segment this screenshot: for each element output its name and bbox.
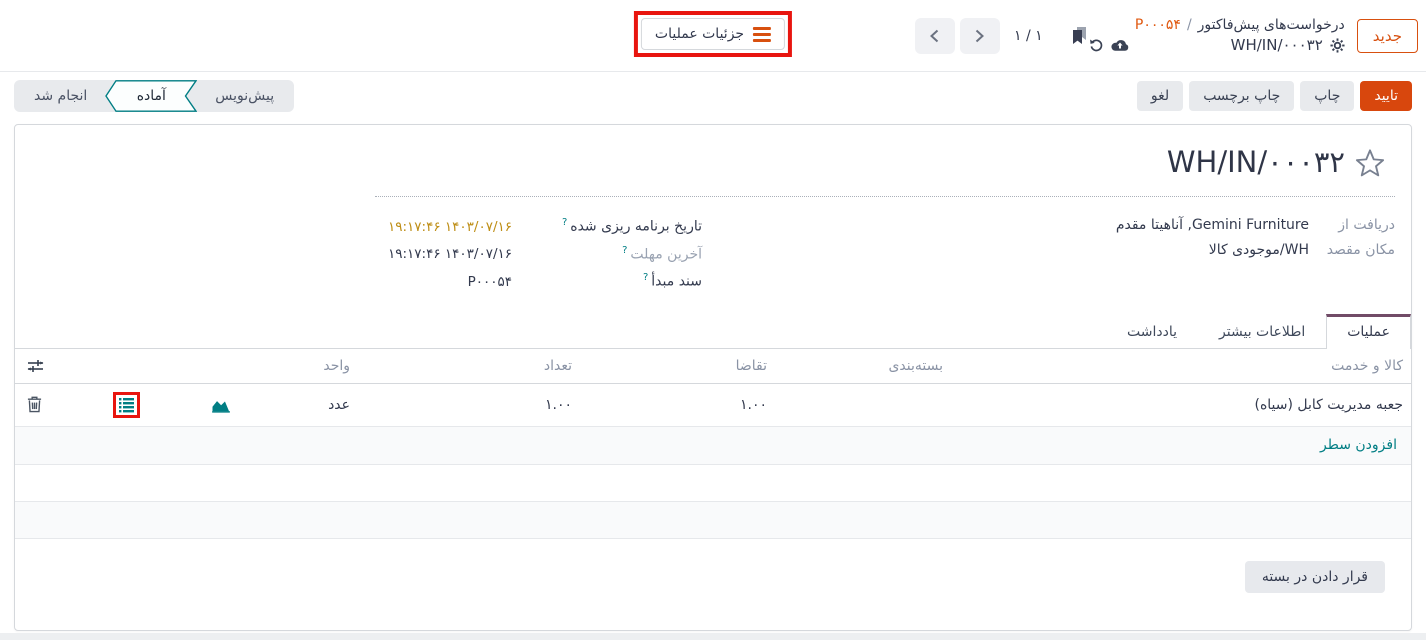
print-button[interactable]: چاپ	[1300, 81, 1354, 111]
chevron-right-icon[interactable]	[960, 18, 1000, 54]
validate-button[interactable]: تایید	[1360, 81, 1412, 111]
put-in-pack-button[interactable]: قرار دادن در بسته	[1245, 561, 1385, 593]
table-header-row: کالا و خدمت بسته‌بندی تقاضا تعداد واحد	[15, 349, 1411, 384]
help-icon[interactable]: ?	[643, 272, 648, 283]
trash-icon[interactable]	[27, 396, 42, 413]
field-scheduled-date: تاریخ برنامه ریزی شده? ۱۴۰۳/۰۷/۱۶ ۱۹:۱۷:…	[380, 217, 702, 235]
deadline-label: آخرین مهلت?	[512, 245, 702, 263]
tab-additional-info[interactable]: اطلاعات بیشتر	[1198, 314, 1326, 348]
table-row[interactable]: جعبه مدیریت کابل (سیاه) ۱.۰۰ ۱.۰۰ عدد	[15, 384, 1411, 427]
operations-details-button[interactable]: جزئیات عملیات	[641, 18, 785, 50]
operations-details-label: جزئیات عملیات	[655, 26, 744, 42]
breadcrumb-parent-ref[interactable]: P۰۰۰۵۴	[1135, 17, 1181, 33]
destination-location-label: مکان مقصد	[1309, 242, 1395, 258]
stage-pipeline: پیش‌نویس آماده انجام شد	[14, 80, 294, 112]
stage-ready[interactable]: آماده	[105, 80, 197, 112]
operations-table: کالا و خدمت بسته‌بندی تقاضا تعداد واحد	[15, 349, 1411, 539]
field-deadline: آخرین مهلت? ۱۴۰۳/۰۷/۱۶ ۱۹:۱۷:۴۶	[380, 245, 702, 263]
col-header-unit: واحد	[245, 358, 358, 374]
favorite-star-icon[interactable]	[1355, 148, 1385, 177]
stage-ready-label: آماده	[137, 88, 166, 104]
undo-icon[interactable]	[1089, 38, 1104, 53]
top-control-panel: جدید درخواست‌های پیش‌فاکتور / P۰۰۰۵۴ WH/	[0, 0, 1426, 72]
new-button[interactable]: جدید	[1357, 19, 1418, 53]
print-label-button[interactable]: چاپ برچسب	[1189, 81, 1294, 111]
cell-quantity[interactable]: ۱.۰۰	[358, 397, 580, 413]
form-card: WH/IN/۰۰۰۳۲ دریافت از Gemini Furniture, …	[14, 124, 1412, 631]
cell-unit[interactable]: عدد	[245, 397, 358, 413]
empty-row	[15, 502, 1411, 539]
notebook-tabs: عملیات اطلاعات بیشتر یادداشت	[15, 314, 1411, 349]
breadcrumb-current: WH/IN/۰۰۰۳۲	[1231, 36, 1323, 54]
form-fields: دریافت از Gemini Furniture, آناهیتا مقدم…	[15, 197, 1411, 290]
pager: ۱ / ۱	[915, 18, 1089, 54]
receive-from-label: دریافت از	[1309, 217, 1395, 233]
breadcrumb-separator: /	[1187, 17, 1192, 33]
status-bar: تایید چاپ چاپ برچسب لغو پیش‌نویس آماده ا…	[0, 72, 1426, 120]
add-line-row: افزودن سطر	[15, 427, 1411, 465]
empty-row	[15, 465, 1411, 502]
source-document-value[interactable]: P۰۰۰۵۴	[380, 274, 512, 290]
detailed-operations-list-icon[interactable]	[118, 397, 135, 413]
field-destination-location: مکان مقصد WH/موجودی کالا	[895, 242, 1395, 258]
page-bottom-strip	[0, 633, 1426, 640]
red-annotation-box-small	[113, 392, 140, 418]
gear-icon[interactable]	[1330, 38, 1345, 53]
menu-icon	[753, 27, 771, 42]
source-document-label: سند مبدأ?	[512, 272, 702, 290]
breadcrumb-parent[interactable]: درخواست‌های پیش‌فاکتور	[1198, 17, 1345, 33]
destination-location-value[interactable]: WH/موجودی کالا	[1209, 242, 1309, 258]
cell-product[interactable]: جعبه مدیریت کابل (سیاه)	[951, 397, 1411, 413]
action-buttons: تایید چاپ چاپ برچسب لغو	[1137, 81, 1412, 111]
cancel-button[interactable]: لغو	[1137, 81, 1183, 111]
scheduled-date-value[interactable]: ۱۴۰۳/۰۷/۱۶ ۱۹:۱۷:۴۶	[380, 219, 512, 235]
help-icon[interactable]: ?	[562, 217, 567, 228]
col-header-demand: تقاضا	[580, 358, 775, 374]
field-source-document: سند مبدأ? P۰۰۰۵۴	[380, 272, 702, 290]
scheduled-date-label: تاریخ برنامه ریزی شده?	[512, 217, 702, 235]
receive-from-value[interactable]: Gemini Furniture, آناهیتا مقدم	[1116, 217, 1309, 233]
red-annotation-box: جزئیات عملیات	[634, 11, 792, 57]
add-line-link[interactable]: افزودن سطر	[1320, 437, 1397, 453]
cloud-save-icon[interactable]	[1111, 38, 1129, 52]
help-icon[interactable]: ?	[622, 245, 627, 256]
chevron-left-icon[interactable]	[915, 18, 955, 54]
cell-demand[interactable]: ۱.۰۰	[580, 397, 775, 413]
deadline-value[interactable]: ۱۴۰۳/۰۷/۱۶ ۱۹:۱۷:۴۶	[380, 246, 512, 262]
tab-operations[interactable]: عملیات	[1326, 314, 1411, 349]
bookmark-icon[interactable]	[1069, 26, 1089, 45]
col-header-quantity: تعداد	[358, 358, 580, 374]
pager-count: ۱ / ۱	[1014, 28, 1043, 44]
stage-done[interactable]: انجام شد	[18, 88, 103, 104]
stage-draft[interactable]: پیش‌نویس	[199, 88, 290, 104]
tab-note[interactable]: یادداشت	[1106, 314, 1198, 348]
col-header-product: کالا و خدمت	[951, 358, 1411, 374]
page-title: WH/IN/۰۰۰۳۲	[1167, 145, 1345, 179]
col-header-packaging: بسته‌بندی	[775, 358, 951, 374]
adjust-columns-icon[interactable]	[27, 358, 44, 374]
breadcrumb: درخواست‌های پیش‌فاکتور / P۰۰۰۵۴ WH/IN/۰۰…	[1089, 17, 1345, 54]
forecast-chart-icon[interactable]	[211, 396, 231, 413]
field-receive-from: دریافت از Gemini Furniture, آناهیتا مقدم	[895, 217, 1395, 233]
